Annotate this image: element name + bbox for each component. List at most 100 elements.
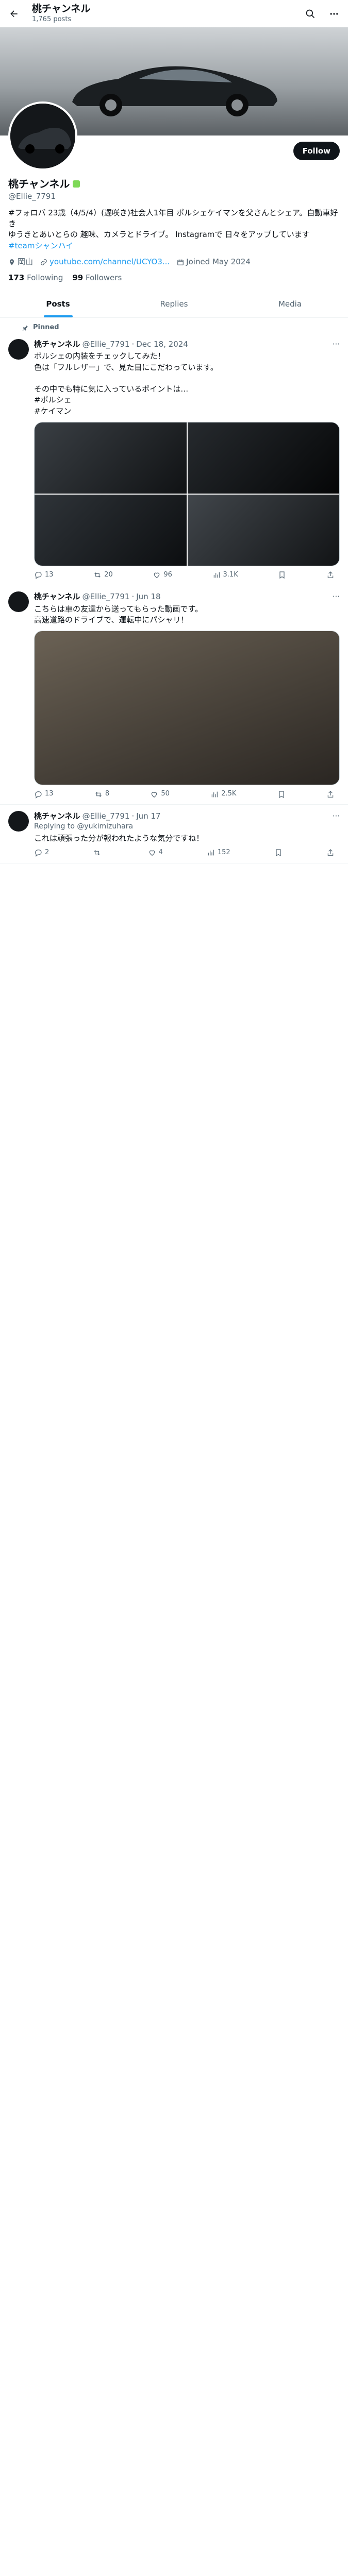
tweet-header: 桃チャンネル @Ellie_7791 · Jun 18 ··· — [34, 591, 340, 602]
views-action[interactable]: 3.1K — [212, 570, 238, 580]
views-count: 152 — [217, 849, 230, 857]
reply-count: 13 — [45, 571, 54, 579]
follow-counts: 173 Following 99 Followers — [8, 273, 340, 283]
profile-avatar[interactable] — [8, 101, 77, 171]
tweet-more-icon[interactable]: ··· — [333, 339, 340, 350]
tweet-media-grid[interactable] — [34, 422, 340, 566]
back-arrow-icon[interactable] — [8, 8, 20, 20]
tweet[interactable]: 桃チャンネル @Ellie_7791 · Jun 17 ··· Replying… — [0, 805, 348, 863]
views-count: 2.5K — [221, 790, 237, 798]
tweet-handle[interactable]: @Ellie_7791 — [82, 811, 130, 822]
like-action[interactable]: 4 — [148, 848, 163, 857]
share-action[interactable] — [326, 848, 335, 857]
followers-stat[interactable]: 99 Followers — [72, 273, 122, 283]
tweet-actions: 2 4 152 — [34, 848, 340, 857]
bio-hashtag-link[interactable]: #teamシャンハイ — [8, 241, 340, 251]
website-link[interactable]: youtube.com/channel/UCYO3... — [49, 257, 170, 267]
share-action[interactable] — [326, 789, 335, 799]
joined-item: Joined May 2024 — [177, 257, 251, 267]
retweet-count: 8 — [105, 790, 110, 798]
reply-action[interactable]: 2 — [34, 848, 49, 857]
tweet-text: ポルシェの内装をチェックしてみた！ 色は「フルレザー」で、見た目にこだわっていま… — [34, 351, 218, 416]
reply-icon — [35, 572, 42, 580]
tweet-avatar[interactable] — [8, 338, 29, 360]
reply-action[interactable]: 13 — [34, 570, 54, 580]
header-post-count: 1,765 posts — [32, 15, 72, 23]
like-action[interactable]: 96 — [153, 570, 172, 580]
tweet-image-1[interactable] — [35, 422, 187, 494]
followers-count: 99 — [72, 273, 84, 283]
tweet-video[interactable] — [34, 631, 340, 786]
share-action[interactable] — [326, 570, 335, 580]
tweet-more-icon[interactable]: ··· — [333, 811, 340, 822]
bookmark-action[interactable] — [274, 848, 283, 857]
follow-button[interactable]: Follow — [293, 142, 340, 160]
bio-line-1: #フォロバ 23歳（4/5/4）(遅咲き)社会人1年目 ポルシェケイマンを父さん… — [8, 208, 338, 228]
tweet[interactable]: 桃チャンネル @Ellie_7791 · Jun 18 ··· こちらは車の友達… — [0, 585, 348, 805]
profile-bio: #フォロバ 23歳（4/5/4）(遅咲き)社会人1年目 ポルシェケイマンを父さん… — [8, 208, 340, 251]
profile-name-row: 桃チャンネル — [8, 177, 340, 191]
tweet-actions: 13 8 50 2.5K — [34, 789, 340, 799]
like-action[interactable]: 50 — [150, 789, 170, 799]
header-name: 桃チャンネル — [32, 3, 91, 14]
tweet-handle[interactable]: @Ellie_7791 — [82, 339, 130, 350]
following-stat[interactable]: 173 Following — [8, 273, 63, 283]
views-icon — [213, 572, 220, 578]
retweet-icon — [94, 850, 101, 856]
retweet-action[interactable] — [93, 848, 104, 857]
retweet-action[interactable]: 8 — [94, 789, 109, 799]
tweet-body: 桃チャンネル @Ellie_7791 · Jun 18 ··· こちらは車の友達… — [34, 591, 340, 799]
location-icon — [9, 259, 14, 265]
tweet-body: 桃チャンネル @Ellie_7791 · Dec 18, 2024 ··· ポル… — [34, 339, 340, 580]
tweet-image-4[interactable] — [187, 495, 339, 566]
bookmark-action[interactable] — [278, 570, 286, 580]
bookmark-icon — [279, 790, 284, 798]
tweet-author-name[interactable]: 桃チャンネル — [34, 811, 80, 822]
tweet-avatar[interactable] — [8, 591, 29, 613]
tweet-actions: 13 20 96 3.1K — [34, 570, 340, 580]
bookmark-icon — [279, 571, 285, 579]
website-item[interactable]: youtube.com/channel/UCYO3... — [40, 257, 170, 267]
tweet-time[interactable]: Dec 18, 2024 — [136, 339, 188, 350]
views-action[interactable]: 152 — [207, 848, 230, 857]
reply-count: 13 — [45, 790, 54, 798]
retweet-icon — [94, 572, 101, 578]
tweet-handle[interactable]: @Ellie_7791 — [82, 591, 130, 602]
tweet-body: 桃チャンネル @Ellie_7791 · Jun 17 ··· Replying… — [34, 811, 340, 858]
tab-posts[interactable]: Posts — [0, 291, 116, 318]
tab-replies[interactable]: Replies — [116, 291, 232, 317]
car-image — [72, 66, 277, 116]
tweet-reply-to[interactable]: Replying to @yukimizuhara — [34, 822, 340, 832]
tweet-image-3[interactable] — [35, 495, 187, 566]
tweet-author-name[interactable]: 桃チャンネル — [34, 339, 80, 350]
pinned-label: Pinned — [33, 324, 59, 332]
tweet-header: 桃チャンネル @Ellie_7791 · Dec 18, 2024 ··· — [34, 339, 340, 350]
following-count: 173 — [8, 273, 25, 283]
tweet-more-icon[interactable]: ··· — [333, 591, 340, 602]
header-titles: 桃チャンネル 1,765 posts — [32, 3, 90, 24]
tweet-image-2[interactable] — [187, 422, 339, 494]
views-action[interactable]: 2.5K — [210, 789, 236, 799]
tweet-text: これは頑張った分が報われたような気分ですね！ — [34, 833, 204, 843]
share-icon — [327, 790, 334, 798]
tweet-time[interactable]: Jun 18 — [136, 591, 160, 602]
share-icon — [327, 849, 334, 856]
tweet[interactable]: 桃チャンネル @Ellie_7791 · Dec 18, 2024 ··· ポル… — [0, 333, 348, 586]
profile-handle: @Ellie_7791 — [8, 192, 56, 201]
profile-meta: 岡山 youtube.com/channel/UCYO3... Joined M… — [8, 257, 340, 267]
tab-media[interactable]: Media — [232, 291, 348, 317]
search-icon[interactable] — [305, 8, 316, 20]
like-count: 4 — [158, 849, 163, 857]
bookmark-action[interactable] — [277, 789, 286, 799]
tweet-author-name[interactable]: 桃チャンネル — [34, 591, 80, 602]
profile-tabs: Posts Replies Media — [0, 291, 348, 318]
like-count: 50 — [161, 790, 170, 798]
tweet-time[interactable]: Jun 17 — [136, 811, 160, 822]
more-icon[interactable] — [328, 8, 340, 20]
tweet-text: こちらは車の友達から送ってもらった動画です。 高速道路のドライブで、運転中にパシ… — [34, 604, 203, 625]
pinned-indicator: Pinned — [0, 318, 348, 332]
tweet-avatar[interactable] — [8, 810, 29, 832]
reply-action[interactable]: 13 — [34, 789, 54, 799]
retweet-action[interactable]: 20 — [93, 570, 113, 580]
calendar-icon — [177, 259, 184, 265]
